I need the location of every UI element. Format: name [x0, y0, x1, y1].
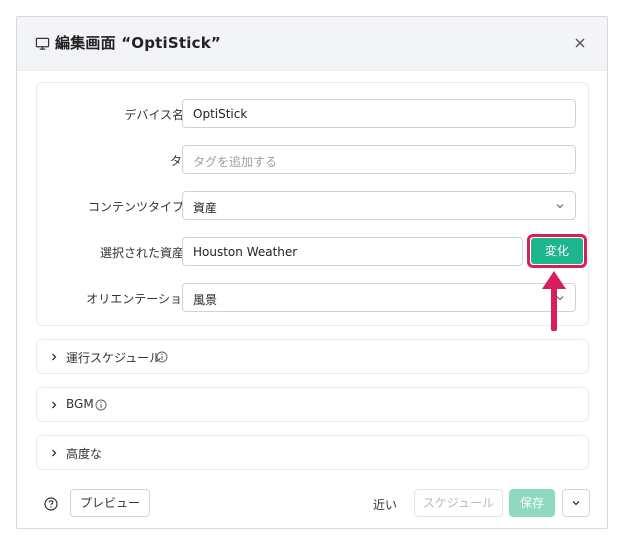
- close-button[interactable]: 近い: [373, 496, 397, 513]
- edit-dialog: 編集画面 “OptiStick” デバイス名* OptiStick タグ タグを…: [16, 16, 608, 529]
- save-button[interactable]: 保存: [509, 489, 555, 517]
- change-asset-button[interactable]: 変化: [531, 238, 583, 264]
- selected-asset-row: 選択された資産* Houston Weather: [37, 237, 590, 267]
- info-icon: [95, 399, 107, 411]
- dialog-title: 編集画面 “OptiStick”: [55, 34, 221, 52]
- section-schedule-label: 運行スケジュール: [66, 351, 162, 365]
- info-icon: [156, 351, 168, 363]
- content-type-value: 資産: [193, 201, 218, 215]
- orientation-select[interactable]: 風景: [182, 283, 576, 312]
- selected-asset-label: 選択された資産*: [100, 244, 194, 261]
- device-name-input[interactable]: OptiStick: [182, 99, 576, 128]
- tags-input[interactable]: タグを追加する: [182, 145, 576, 174]
- section-advanced[interactable]: 高度な: [36, 435, 589, 470]
- section-advanced-label: 高度な: [66, 447, 103, 461]
- device-name-row: デバイス名* OptiStick: [37, 99, 590, 129]
- content-type-select[interactable]: 資産: [182, 191, 576, 220]
- orientation-value: 風景: [193, 293, 218, 307]
- chevron-right-icon: [52, 401, 57, 409]
- orientation-row: オリエンテーション 風景: [37, 283, 590, 313]
- content-type-row: コンテンツタイプ* 資産: [37, 191, 590, 221]
- more-options-button[interactable]: [562, 489, 590, 517]
- chevron-right-icon: [52, 353, 57, 361]
- preview-button[interactable]: プレビュー: [70, 489, 150, 517]
- close-icon[interactable]: [573, 36, 587, 50]
- help-icon[interactable]: [44, 497, 58, 511]
- section-bgm-label: BGM: [66, 397, 94, 411]
- section-bgm[interactable]: BGM: [36, 387, 589, 422]
- content-type-label: コンテンツタイプ*: [88, 198, 194, 215]
- tags-row: タグ タグを追加する: [37, 145, 590, 175]
- arrow-up-icon: [542, 271, 566, 331]
- monitor-icon: [35, 37, 50, 50]
- section-schedule[interactable]: 運行スケジュール: [36, 339, 589, 374]
- schedule-button[interactable]: スケジュール: [414, 489, 503, 517]
- chevron-right-icon: [52, 449, 57, 457]
- selected-asset-input[interactable]: Houston Weather: [182, 237, 523, 266]
- form-card: デバイス名* OptiStick タグ タグを追加する コンテンツタイプ* 資産…: [36, 82, 589, 326]
- orientation-label: オリエンテーション: [86, 292, 194, 306]
- chevron-down-icon: [556, 204, 564, 209]
- chevron-down-icon: [572, 501, 580, 506]
- dialog-header: 編集画面 “OptiStick”: [17, 17, 607, 71]
